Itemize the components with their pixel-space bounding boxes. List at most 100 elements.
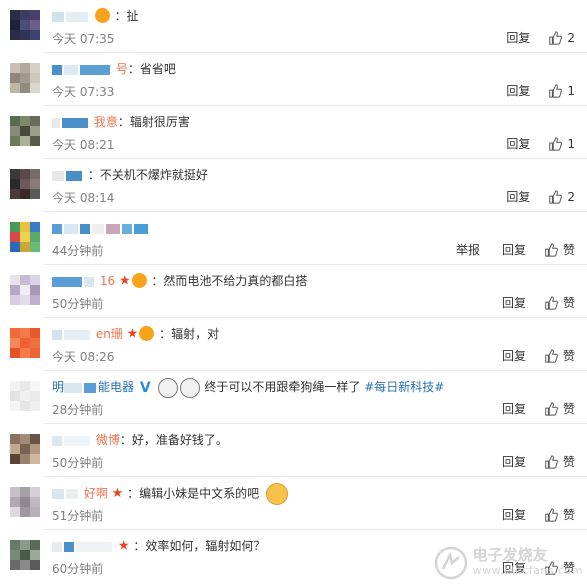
username[interactable]: 我意: [94, 115, 118, 129]
like-count: 2: [567, 30, 575, 45]
comment-item: 好啊 ★ ：编辑小妹是中文系的吧 51分钟前 回复 赞: [0, 477, 587, 530]
reply-button[interactable]: 回复: [506, 135, 530, 152]
like-count: 赞: [562, 349, 575, 363]
elecfans-logo-icon: [434, 546, 467, 580]
comment-item: ：不关机不爆炸就挺好 今天 08:14 回复 2: [0, 159, 587, 212]
vip-badge-icon: [94, 8, 110, 23]
thumbs-up-icon: [549, 83, 563, 98]
avatar[interactable]: [10, 63, 40, 93]
avatar[interactable]: [10, 222, 40, 252]
star-badge-icon: ★: [126, 326, 139, 342]
like-button[interactable]: 赞: [544, 506, 575, 523]
avatar[interactable]: [10, 434, 40, 464]
reply-button[interactable]: 回复: [502, 241, 526, 258]
comment-text: ：好，准备好钱了。: [119, 433, 228, 447]
comment-line: 16 ★ ：然而电池不给力真的都白搭: [52, 271, 577, 291]
like-button[interactable]: 赞: [544, 400, 575, 417]
comment-time: 今天 08:21: [52, 138, 115, 152]
like-button[interactable]: 赞: [544, 241, 575, 258]
reply-button[interactable]: 回复: [502, 506, 526, 523]
comment-time: 今天 07:35: [52, 32, 115, 46]
comment-time: 51分钟前: [52, 509, 104, 523]
report-button[interactable]: 举报: [456, 241, 480, 258]
reply-button[interactable]: 回复: [506, 188, 530, 205]
comment-actions: 回复 赞: [480, 347, 575, 364]
vip-badge-icon: [139, 326, 155, 341]
reply-button[interactable]: 回复: [502, 453, 526, 470]
comment-time: 44分钟前: [52, 244, 104, 258]
comment-text: ：不关机不爆炸就挺好: [87, 168, 208, 182]
reply-button[interactable]: 回复: [506, 29, 530, 46]
thumbs-up-icon: [545, 348, 558, 363]
star-badge-icon: ★: [111, 486, 124, 501]
penguin-emoji-icon: [179, 377, 200, 398]
comment-actions: 回复 赞: [480, 294, 575, 311]
like-count: 1: [567, 83, 575, 98]
username[interactable]: 好啊: [84, 487, 108, 501]
hashtag-link[interactable]: #每日新科技#: [364, 380, 444, 394]
watermark-url: www.elecfans.com: [472, 564, 583, 577]
like-count: 赞: [562, 402, 575, 416]
reply-button[interactable]: 回复: [502, 294, 526, 311]
comment-actions: 回复 2: [484, 188, 575, 205]
comment-text: ：省省吧: [127, 62, 176, 76]
comment-line: [52, 218, 577, 238]
comment-item: 我意：辐射很厉害 今天 08:21 回复 1: [0, 106, 587, 159]
like-button[interactable]: 赞: [544, 347, 575, 364]
avatar[interactable]: [10, 381, 40, 411]
comment-item: 微博：好，准备好钱了。 50分钟前 回复 赞: [0, 424, 587, 477]
avatar[interactable]: [10, 540, 40, 570]
like-count: 1: [567, 136, 575, 151]
like-button[interactable]: 2: [548, 190, 575, 204]
comment-actions: 举报 回复 赞: [434, 241, 575, 258]
username[interactable]: 16: [100, 274, 115, 288]
reply-button[interactable]: 回复: [502, 400, 526, 417]
like-button[interactable]: 1: [548, 137, 575, 151]
comment-item: en珊 ★ ：辐射，对 今天 08:26 回复 赞: [0, 318, 587, 371]
avatar[interactable]: [10, 169, 40, 199]
comment-line: 微博：好，准备好钱了。: [52, 430, 577, 450]
comment-time: 今天 08:14: [52, 191, 115, 205]
thumbs-up-icon: [549, 189, 563, 204]
comment-text: ：然而电池不给力真的都白搭: [151, 274, 308, 288]
username[interactable]: 号: [116, 62, 128, 76]
avatar[interactable]: [10, 10, 40, 40]
avatar[interactable]: [10, 487, 40, 517]
avatar[interactable]: [10, 275, 40, 305]
thumbs-up-icon: [545, 295, 558, 310]
reply-button[interactable]: 回复: [502, 347, 526, 364]
comment-actions: 回复 2: [484, 29, 575, 46]
like-count: 赞: [562, 243, 575, 257]
username[interactable]: en珊: [96, 327, 123, 341]
username[interactable]: 微博: [96, 433, 120, 447]
comment-text: 终于可以不用跟牵狗绳一样了: [204, 380, 361, 394]
comment-line: ：不关机不爆炸就挺好: [52, 165, 577, 185]
username-head[interactable]: 明: [52, 380, 64, 394]
comment-item: 号：省省吧 今天 07:33 回复 1: [0, 53, 587, 106]
comment-text: ：效率如何，辐射如何？: [133, 539, 266, 553]
thumbs-up-icon: [549, 136, 563, 151]
like-button[interactable]: 赞: [544, 294, 575, 311]
smiley-emoji-icon: [266, 483, 288, 505]
comment-time: 60分钟前: [52, 562, 104, 576]
avatar[interactable]: [10, 116, 40, 146]
like-count: 赞: [562, 296, 575, 310]
comment-line: 明 能电器 V 终于可以不用跟牵狗绳一样了 #每日新科技#: [52, 377, 577, 398]
like-button[interactable]: 赞: [544, 453, 575, 470]
comment-text: ：辐射，对: [159, 327, 220, 341]
avatar[interactable]: [10, 328, 40, 358]
reply-button[interactable]: 回复: [506, 82, 530, 99]
like-button[interactable]: 2: [548, 31, 575, 45]
username[interactable]: 能电器: [98, 380, 134, 394]
vip-badge-icon: [131, 273, 147, 288]
comment-item: ：扯 今天 07:35 回复 2: [0, 0, 587, 53]
comment-line: en珊 ★ ：辐射，对: [52, 324, 577, 344]
comment-time: 50分钟前: [52, 456, 104, 470]
watermark: 电子发烧友 www.elecfans.com: [433, 545, 583, 581]
like-button[interactable]: 1: [548, 84, 575, 98]
like-count: 赞: [562, 455, 575, 469]
comment-item: 44分钟前 举报 回复 赞: [0, 212, 587, 265]
comment-time: 28分钟前: [52, 403, 104, 417]
verified-v-icon: V: [139, 379, 151, 396]
star-badge-icon: ★: [117, 538, 130, 554]
